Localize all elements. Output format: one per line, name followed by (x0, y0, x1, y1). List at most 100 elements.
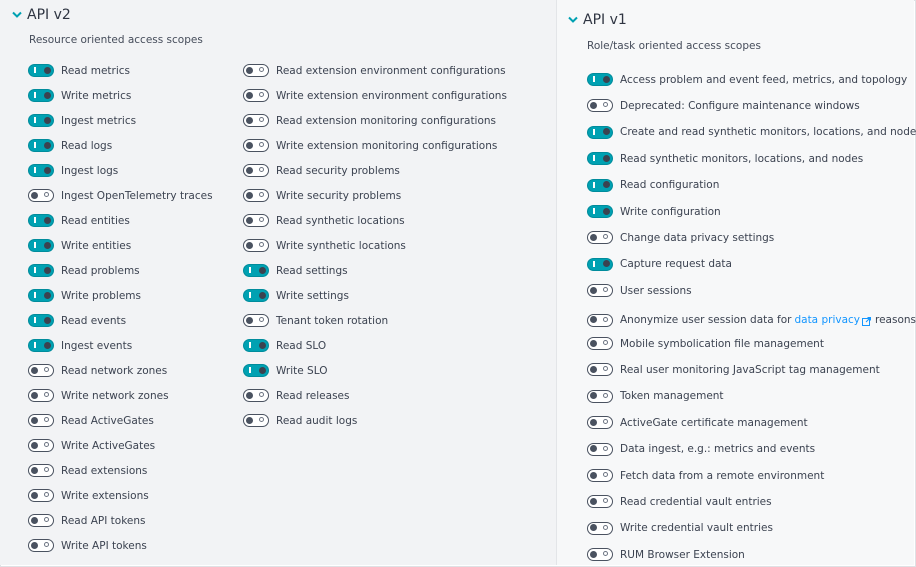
scope-row-read-activegates: Read ActiveGates (28, 414, 154, 427)
toggle-on-mark (34, 67, 36, 73)
scope-row-rum-browser-extension: RUM Browser Extension (587, 548, 745, 562)
scope-toggle-change-data-privacy-settings[interactable] (587, 231, 613, 245)
scope-row-activegate-certificate-management: ActiveGate certificate management (587, 416, 808, 430)
scope-row-read-audit-logs: Read audit logs (243, 414, 357, 427)
scope-toggle-read-synthetic-monitors-locations-and-nodes[interactable] (587, 152, 613, 166)
toggle-knob (31, 541, 38, 549)
api-v2-panel (0, 0, 556, 565)
scope-toggle-write-activegates[interactable] (28, 439, 54, 452)
toggle-knob (590, 445, 597, 453)
scope-toggle-ingest-events[interactable] (28, 339, 54, 352)
scope-toggle-write-network-zones[interactable] (28, 389, 54, 402)
scope-label: Access problem and event feed, metrics, … (620, 73, 908, 86)
toggle-on-mark (34, 292, 36, 298)
scope-toggle-read-extension-environment-configurations[interactable] (243, 64, 269, 77)
toggle-on-mark (249, 292, 251, 298)
scope-label: Write extension monitoring configuration… (276, 139, 498, 152)
scope-toggle-write-configuration[interactable] (587, 205, 613, 218)
scope-toggle-write-entities[interactable] (28, 239, 54, 252)
api-v1-title: API v1 (583, 12, 627, 28)
scope-row-ingest-logs: Ingest logs (28, 164, 118, 177)
scope-label: Write extension environment configuratio… (276, 89, 507, 102)
scope-toggle-write-metrics[interactable] (28, 89, 54, 102)
scope-toggle-read-problems[interactable] (28, 264, 54, 277)
scope-toggle-token-management[interactable] (587, 389, 613, 403)
scope-label: Create and read synthetic monitors, loca… (620, 126, 916, 139)
scope-toggle-read-synthetic-locations[interactable] (243, 214, 269, 227)
scope-label: Data ingest, e.g.: metrics and events (620, 443, 816, 456)
scope-toggle-access-problem-and-event-feed-metrics-and-topology[interactable] (587, 73, 613, 86)
scope-row-read-metrics: Read metrics (28, 64, 130, 77)
scope-toggle-real-user-monitoring-javascript-tag-management[interactable] (587, 363, 613, 377)
scope-label: Read security problems (276, 164, 400, 177)
scope-row-mobile-symbolication-file-management: Mobile symbolication file management (587, 337, 824, 350)
data-privacy-link[interactable]: data privacy (794, 314, 860, 326)
toggle-off-mark (259, 167, 264, 172)
toggle-knob (31, 366, 38, 374)
scope-toggle-activegate-certificate-management[interactable] (587, 416, 613, 430)
scope-toggle-create-and-read-synthetic-monitors-locations-and-nodes[interactable] (587, 125, 613, 139)
scope-toggle-read-network-zones[interactable] (28, 364, 54, 377)
toggle-knob (590, 339, 597, 347)
toggle-on-mark (34, 167, 36, 173)
api-v2-section-toggle[interactable]: API v2 (12, 7, 71, 23)
scope-toggle-user-sessions[interactable] (587, 284, 613, 298)
scope-toggle-tenant-token-rotation[interactable] (243, 314, 269, 327)
scope-toggle-read-events[interactable] (28, 314, 54, 327)
toggle-on-mark (34, 267, 36, 273)
scope-toggle-anonymize-user-session-data-for[interactable] (587, 313, 613, 327)
scope-toggle-ingest-opentelemetry-traces[interactable] (28, 189, 54, 202)
scope-toggle-read-settings[interactable] (243, 264, 269, 277)
api-v1-subtitle: Role/task oriented access scopes (587, 40, 761, 52)
scope-toggle-read-activegates[interactable] (28, 414, 54, 427)
scope-toggle-read-security-problems[interactable] (243, 164, 269, 177)
scope-toggle-read-configuration[interactable] (587, 178, 613, 192)
scope-toggle-read-entities[interactable] (28, 214, 54, 227)
scope-toggle-ingest-logs[interactable] (28, 164, 54, 177)
scope-toggle-write-settings[interactable] (243, 289, 269, 302)
toggle-on-mark (34, 92, 36, 98)
scope-toggle-read-api-tokens[interactable] (28, 514, 54, 527)
api-v1-section-toggle[interactable]: API v1 (568, 12, 627, 28)
scope-toggle-write-security-problems[interactable] (243, 189, 269, 202)
scope-toggle-write-api-tokens[interactable] (28, 539, 54, 552)
scope-toggle-read-releases[interactable] (243, 389, 269, 402)
scope-toggle-capture-request-data[interactable] (587, 257, 613, 271)
scope-toggle-write-synthetic-locations[interactable] (243, 239, 269, 252)
scope-toggle-read-credential-vault-entries[interactable] (587, 495, 613, 509)
external-link-icon[interactable] (862, 311, 871, 330)
scope-toggle-read-extension-monitoring-configurations[interactable] (243, 114, 269, 127)
toggle-on-mark (593, 260, 595, 267)
scope-label: Read synthetic locations (276, 214, 405, 227)
scope-toggle-read-metrics[interactable] (28, 64, 54, 77)
scope-label-tail: reasons (875, 314, 916, 327)
scope-toggle-ingest-metrics[interactable] (28, 114, 54, 127)
toggle-knob (44, 316, 51, 324)
scope-toggle-read-slo[interactable] (243, 339, 269, 352)
scope-label: Read ActiveGates (61, 414, 154, 427)
scope-toggle-write-credential-vault-entries[interactable] (587, 521, 613, 535)
scope-toggle-read-audit-logs[interactable] (243, 414, 269, 427)
scope-toggle-deprecated-configure-maintenance-windows[interactable] (587, 99, 613, 113)
scope-label: Tenant token rotation (276, 314, 389, 327)
scope-toggle-read-extensions[interactable] (28, 464, 54, 477)
scope-toggle-write-extension-monitoring-configurations[interactable] (243, 139, 269, 152)
scope-toggle-write-extensions[interactable] (28, 489, 54, 502)
toggle-knob (44, 66, 51, 74)
scope-row-write-credential-vault-entries: Write credential vault entries (587, 521, 773, 535)
scope-toggle-write-problems[interactable] (28, 289, 54, 302)
toggle-off-mark (44, 192, 49, 197)
scope-toggle-rum-browser-extension[interactable] (587, 548, 613, 562)
scope-toggle-fetch-data-from-a-remote-environment[interactable] (587, 469, 613, 482)
scope-label: Write metrics (61, 89, 132, 102)
scope-row-tenant-token-rotation: Tenant token rotation (243, 314, 388, 327)
scope-toggle-data-ingest-e-g-metrics-and-events[interactable] (587, 442, 613, 456)
toggle-off-mark (44, 467, 49, 472)
scope-row-read-configuration: Read configuration (587, 178, 719, 192)
toggle-off-mark (44, 392, 49, 397)
scope-toggle-read-logs[interactable] (28, 139, 54, 152)
scope-toggle-write-slo[interactable] (243, 364, 269, 377)
scope-row-access-problem-and-event-feed-metrics-and-topology: Access problem and event feed, metrics, … (587, 73, 907, 86)
scope-toggle-mobile-symbolication-file-management[interactable] (587, 337, 613, 350)
scope-toggle-write-extension-environment-configurations[interactable] (243, 89, 269, 102)
